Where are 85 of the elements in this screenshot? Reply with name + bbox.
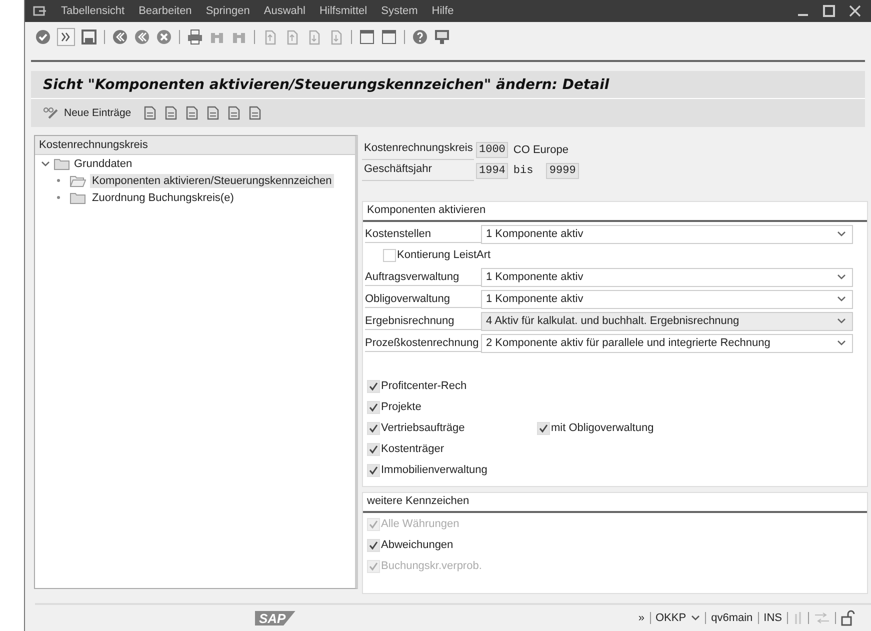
- checkbox-label: Kontierung LeistArt: [397, 249, 491, 261]
- checkbox-label: Buchungskr.verprob.: [381, 560, 482, 572]
- new-session-icon[interactable]: [359, 29, 375, 45]
- more-button[interactable]: »: [638, 612, 644, 624]
- signal-icon: [793, 612, 803, 624]
- field-text: CO Europe: [512, 144, 570, 156]
- folder-icon: [70, 192, 86, 204]
- transaction-field[interactable]: OKKP: [656, 612, 686, 624]
- close-icon[interactable]: [849, 5, 861, 17]
- group-title: Komponenten aktivieren: [363, 202, 867, 222]
- checkbox-label: Projekte: [381, 401, 422, 413]
- field-label: Kostenrechnungskreis: [362, 140, 474, 160]
- field-value: 1994: [476, 162, 508, 178]
- bullet-icon: [57, 179, 60, 182]
- chevron-down-icon[interactable]: [837, 340, 846, 346]
- shortcut-icon[interactable]: [381, 29, 397, 45]
- maximize-icon[interactable]: [823, 5, 835, 17]
- glasses-pencil-icon[interactable]: [43, 106, 59, 120]
- folder-icon: [54, 158, 70, 170]
- checkbox-label: Alle Währungen: [381, 518, 460, 530]
- chevron-icon[interactable]: [691, 615, 700, 621]
- menu-item[interactable]: Tabellensicht: [61, 5, 125, 17]
- document-icon[interactable]: [163, 105, 180, 121]
- checkbox[interactable]: [367, 464, 380, 476]
- tree-item[interactable]: Zuordnung Buchungskreis(e): [90, 190, 236, 204]
- cancel-icon[interactable]: [156, 29, 172, 45]
- checkbox[interactable]: [367, 400, 380, 414]
- server-name: qv6main: [711, 612, 753, 624]
- back-icon[interactable]: [112, 29, 128, 45]
- menu-item[interactable]: Hilfe: [432, 5, 454, 17]
- input-mode: INS: [764, 612, 782, 624]
- chevron-down-icon[interactable]: [837, 274, 846, 280]
- new-entries-button[interactable]: Neue Einträge: [64, 107, 132, 119]
- document-icon[interactable]: [205, 105, 222, 121]
- menu-icon[interactable]: [33, 5, 47, 17]
- document-icon[interactable]: [184, 105, 200, 121]
- checkbox[interactable]: [367, 442, 380, 456]
- print-icon[interactable]: [187, 29, 203, 45]
- menu-item[interactable]: System: [381, 5, 418, 17]
- dropdown-field[interactable]: 1 Komponente aktiv: [481, 224, 853, 244]
- confirm-icon[interactable]: [35, 29, 51, 45]
- exit-icon[interactable]: [134, 29, 150, 45]
- chevron-down-icon[interactable]: [837, 231, 846, 237]
- folder-icon: [70, 174, 86, 186]
- menu-item[interactable]: Bearbeiten: [138, 5, 192, 17]
- logo: SAP: [255, 610, 296, 626]
- tree-item[interactable]: Grunddaten: [74, 158, 132, 170]
- field-label: Geschäftsjahr: [362, 160, 474, 180]
- monitor-icon[interactable]: [434, 29, 450, 45]
- field-value: 1000: [476, 142, 508, 158]
- checkbox-label: Immobilienverwaltung: [381, 464, 488, 476]
- checkbox-label: Abweichungen: [381, 539, 454, 551]
- dropdown-field[interactable]: 2 Komponente aktiv für parallele und integrierte Rechnung: [481, 334, 853, 352]
- checkbox-label: mit Obligoverwaltung: [551, 422, 654, 434]
- chevron-icon[interactable]: [41, 159, 50, 168]
- tree-item[interactable]: Komponenten aktivieren/Steuerungskennzeichen: [90, 174, 334, 188]
- field-text: bis: [512, 164, 534, 176]
- bullet-icon: [57, 196, 60, 199]
- checkbox[interactable]: [537, 422, 550, 434]
- document-icon[interactable]: [226, 105, 242, 121]
- checkbox-label: Vertriebsaufträge: [381, 422, 465, 434]
- checkbox[interactable]: [383, 248, 396, 262]
- checkbox[interactable]: [367, 422, 380, 434]
- document-icon[interactable]: [142, 105, 158, 121]
- chevron-down-icon[interactable]: [837, 318, 846, 324]
- lock-icon[interactable]: [841, 610, 855, 626]
- tree-header: Kostenrechnungskreis: [35, 136, 355, 155]
- screen-title: Sicht "Komponenten aktivieren/Steuerungskennzeichen" ändern: Detail: [43, 76, 610, 92]
- checkbox[interactable]: [367, 380, 380, 392]
- dropdown-field[interactable]: 4 Aktiv für kalkulat. und buchhalt. Ergebnisrechnung: [481, 312, 853, 330]
- menu-item[interactable]: Springen: [206, 5, 250, 17]
- menu-item[interactable]: Hilfsmittel: [319, 5, 368, 17]
- checkbox[interactable]: [367, 538, 380, 552]
- expand-icon[interactable]: [57, 28, 75, 46]
- save-icon[interactable]: [81, 29, 97, 45]
- field-value: 9999: [546, 162, 579, 178]
- checkbox-label: Profitcenter-Rech: [381, 380, 467, 392]
- group-title: weitere Kennzeichen: [363, 493, 867, 513]
- help-icon[interactable]: [412, 29, 428, 45]
- dropdown-field[interactable]: 1 Komponente aktiv: [481, 268, 853, 286]
- menu-item[interactable]: Auswahl: [264, 5, 306, 17]
- chevron-down-icon[interactable]: [837, 296, 846, 302]
- dropdown-field[interactable]: 1 Komponente aktiv: [481, 290, 853, 308]
- checkbox-label: Kostenträger: [381, 443, 444, 455]
- document-icon[interactable]: [247, 105, 264, 121]
